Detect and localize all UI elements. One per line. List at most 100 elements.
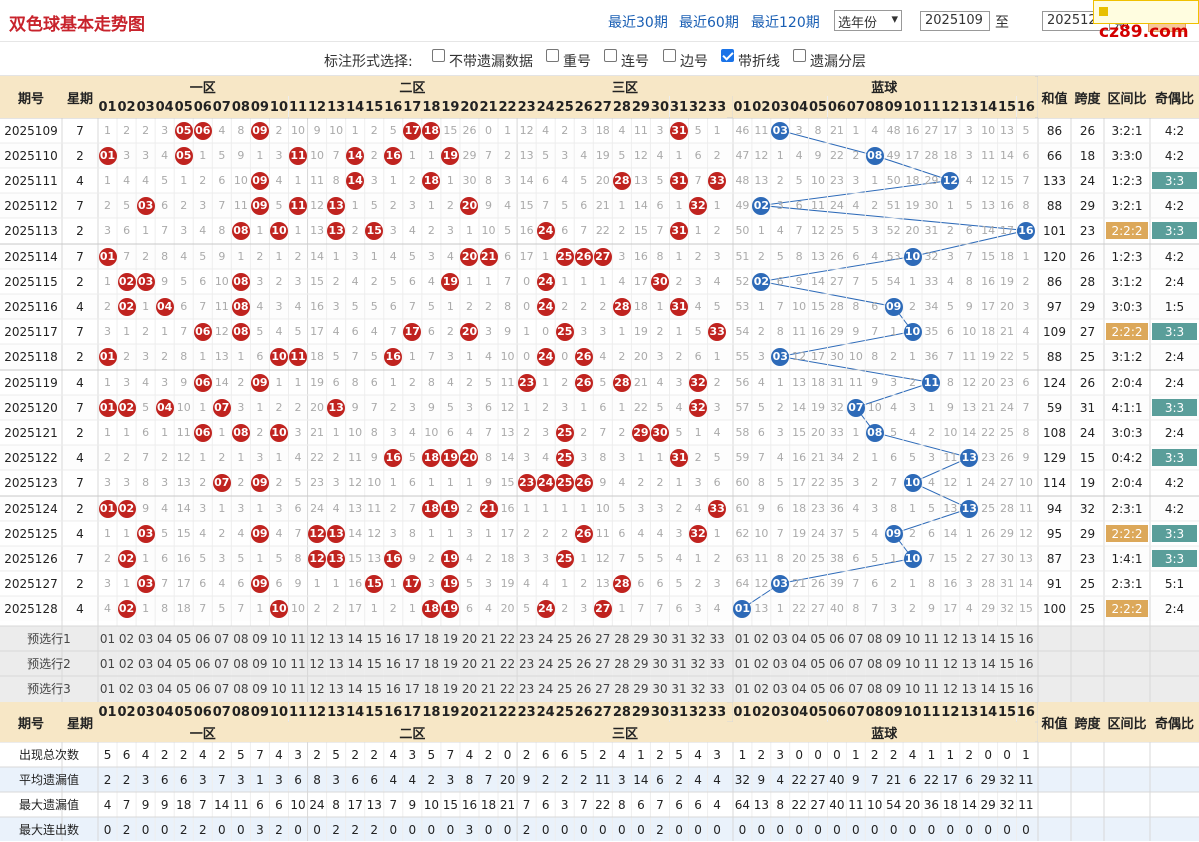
preselect-red-num[interactable]: 16 — [384, 626, 403, 651]
preselect-red-num[interactable]: 19 — [441, 676, 460, 701]
preselect-red-num[interactable]: 01 — [98, 676, 117, 701]
preselect-red-num[interactable]: 33 — [708, 651, 727, 676]
preselect-blue-num[interactable]: 04 — [790, 651, 809, 676]
preselect-red-num[interactable]: 23 — [517, 626, 536, 651]
preselect-red-num[interactable]: 26 — [574, 651, 593, 676]
preselect-red-num[interactable]: 21 — [479, 651, 498, 676]
preselect-red-num[interactable]: 26 — [574, 676, 593, 701]
preselect-red-num[interactable]: 26 — [574, 626, 593, 651]
preselect-blue-num[interactable]: 05 — [809, 626, 828, 651]
preselect-red-num[interactable]: 28 — [612, 651, 631, 676]
preselect-blue-num[interactable]: 01 — [733, 651, 752, 676]
preselect-red-num[interactable]: 20 — [460, 626, 479, 651]
preselect-blue-num[interactable]: 05 — [809, 651, 828, 676]
preselect-red-num[interactable]: 24 — [536, 676, 555, 701]
preselect-red-num[interactable]: 21 — [479, 676, 498, 701]
preselect-red-num[interactable]: 03 — [136, 651, 155, 676]
preselect-red-num[interactable]: 29 — [631, 626, 650, 651]
preselect-red-num[interactable]: 14 — [346, 626, 365, 651]
preselect-blue-num[interactable]: 12 — [941, 676, 960, 701]
preselect-red-num[interactable]: 15 — [365, 626, 384, 651]
preselect-red-num[interactable]: 03 — [136, 626, 155, 651]
preselect-red-num[interactable]: 22 — [498, 651, 517, 676]
preselect-blue-num[interactable]: 03 — [771, 626, 790, 651]
preselect-red-num[interactable]: 17 — [403, 626, 422, 651]
preselect-blue-num[interactable]: 16 — [1017, 651, 1036, 676]
preselect-red-num[interactable]: 06 — [193, 651, 212, 676]
preselect-red-num[interactable]: 30 — [650, 676, 669, 701]
preselect-red-num[interactable]: 13 — [327, 626, 346, 651]
preselect-red-num[interactable]: 24 — [536, 626, 555, 651]
preselect-blue-num[interactable]: 10 — [903, 651, 922, 676]
preselect-red-num[interactable]: 31 — [670, 676, 689, 701]
preselect-red-num[interactable]: 07 — [212, 676, 231, 701]
preselect-blue-num[interactable]: 06 — [828, 626, 847, 651]
preselect-blue-num[interactable]: 15 — [998, 676, 1017, 701]
preselect-red-num[interactable]: 16 — [384, 676, 403, 701]
preselect-red-num[interactable]: 09 — [250, 651, 269, 676]
preselect-blue-num[interactable]: 16 — [1017, 676, 1036, 701]
preselect-red-num[interactable]: 17 — [403, 651, 422, 676]
preselect-red-num[interactable]: 18 — [422, 676, 441, 701]
preselect-red-num[interactable]: 18 — [422, 626, 441, 651]
preselect-blue-num[interactable]: 14 — [979, 626, 998, 651]
preselect-blue-num[interactable]: 07 — [846, 676, 865, 701]
preselect-red-num[interactable]: 14 — [346, 676, 365, 701]
preselect-red-num[interactable]: 29 — [631, 651, 650, 676]
preselect-red-num[interactable]: 22 — [498, 626, 517, 651]
preselect-red-num[interactable]: 32 — [689, 676, 708, 701]
preselect-blue-num[interactable]: 15 — [998, 626, 1017, 651]
preselect-blue-num[interactable]: 07 — [846, 651, 865, 676]
preselect-red-num[interactable]: 09 — [250, 626, 269, 651]
preselect-red-num[interactable]: 07 — [212, 626, 231, 651]
preselect-red-num[interactable]: 10 — [269, 651, 288, 676]
preselect-blue-num[interactable]: 09 — [884, 651, 903, 676]
preselect-blue-num[interactable]: 06 — [828, 676, 847, 701]
preselect-blue-num[interactable]: 11 — [922, 676, 941, 701]
preselect-red-num[interactable]: 12 — [308, 626, 327, 651]
preselect-red-num[interactable]: 17 — [403, 676, 422, 701]
preselect-red-num[interactable]: 16 — [384, 651, 403, 676]
preselect-red-num[interactable]: 24 — [536, 651, 555, 676]
preselect-blue-num[interactable]: 13 — [960, 626, 979, 651]
preselect-red-num[interactable]: 08 — [231, 676, 250, 701]
preselect-red-num[interactable]: 20 — [460, 676, 479, 701]
preselect-red-num[interactable]: 32 — [689, 651, 708, 676]
preselect-red-num[interactable]: 08 — [231, 626, 250, 651]
preselect-red-num[interactable]: 27 — [593, 626, 612, 651]
preselect-red-num[interactable]: 03 — [136, 676, 155, 701]
preselect-red-num[interactable]: 02 — [117, 676, 136, 701]
preselect-red-num[interactable]: 10 — [269, 626, 288, 651]
preselect-red-num[interactable]: 06 — [193, 626, 212, 651]
preselect-red-num[interactable]: 28 — [612, 626, 631, 651]
preselect-blue-num[interactable]: 13 — [960, 651, 979, 676]
preselect-blue-num[interactable]: 01 — [733, 626, 752, 651]
preselect-red-num[interactable]: 30 — [650, 626, 669, 651]
preselect-blue-num[interactable]: 12 — [941, 651, 960, 676]
preselect-blue-num[interactable]: 10 — [903, 676, 922, 701]
preselect-red-num[interactable]: 27 — [593, 676, 612, 701]
preselect-red-num[interactable]: 19 — [441, 651, 460, 676]
preselect-blue-num[interactable]: 15 — [998, 651, 1017, 676]
preselect-red-num[interactable]: 09 — [250, 676, 269, 701]
preselect-red-num[interactable]: 19 — [441, 626, 460, 651]
preselect-blue-num[interactable]: 04 — [790, 626, 809, 651]
preselect-red-num[interactable]: 21 — [479, 626, 498, 651]
preselect-red-num[interactable]: 18 — [422, 651, 441, 676]
preselect-red-num[interactable]: 25 — [555, 676, 574, 701]
preselect-blue-num[interactable]: 16 — [1017, 626, 1036, 651]
preselect-blue-num[interactable]: 05 — [809, 676, 828, 701]
preselect-red-num[interactable]: 12 — [308, 676, 327, 701]
preselect-red-num[interactable]: 08 — [231, 651, 250, 676]
preselect-red-num[interactable]: 11 — [289, 676, 308, 701]
preselect-red-num[interactable]: 12 — [308, 651, 327, 676]
preselect-red-num[interactable]: 01 — [98, 651, 117, 676]
preselect-blue-num[interactable]: 13 — [960, 676, 979, 701]
preselect-blue-num[interactable]: 06 — [828, 651, 847, 676]
preselect-red-num[interactable]: 04 — [155, 626, 174, 651]
preselect-blue-num[interactable]: 04 — [790, 676, 809, 701]
preselect-blue-num[interactable]: 09 — [884, 676, 903, 701]
preselect-red-num[interactable]: 04 — [155, 676, 174, 701]
preselect-blue-num[interactable]: 14 — [979, 676, 998, 701]
preselect-red-num[interactable]: 05 — [174, 676, 193, 701]
